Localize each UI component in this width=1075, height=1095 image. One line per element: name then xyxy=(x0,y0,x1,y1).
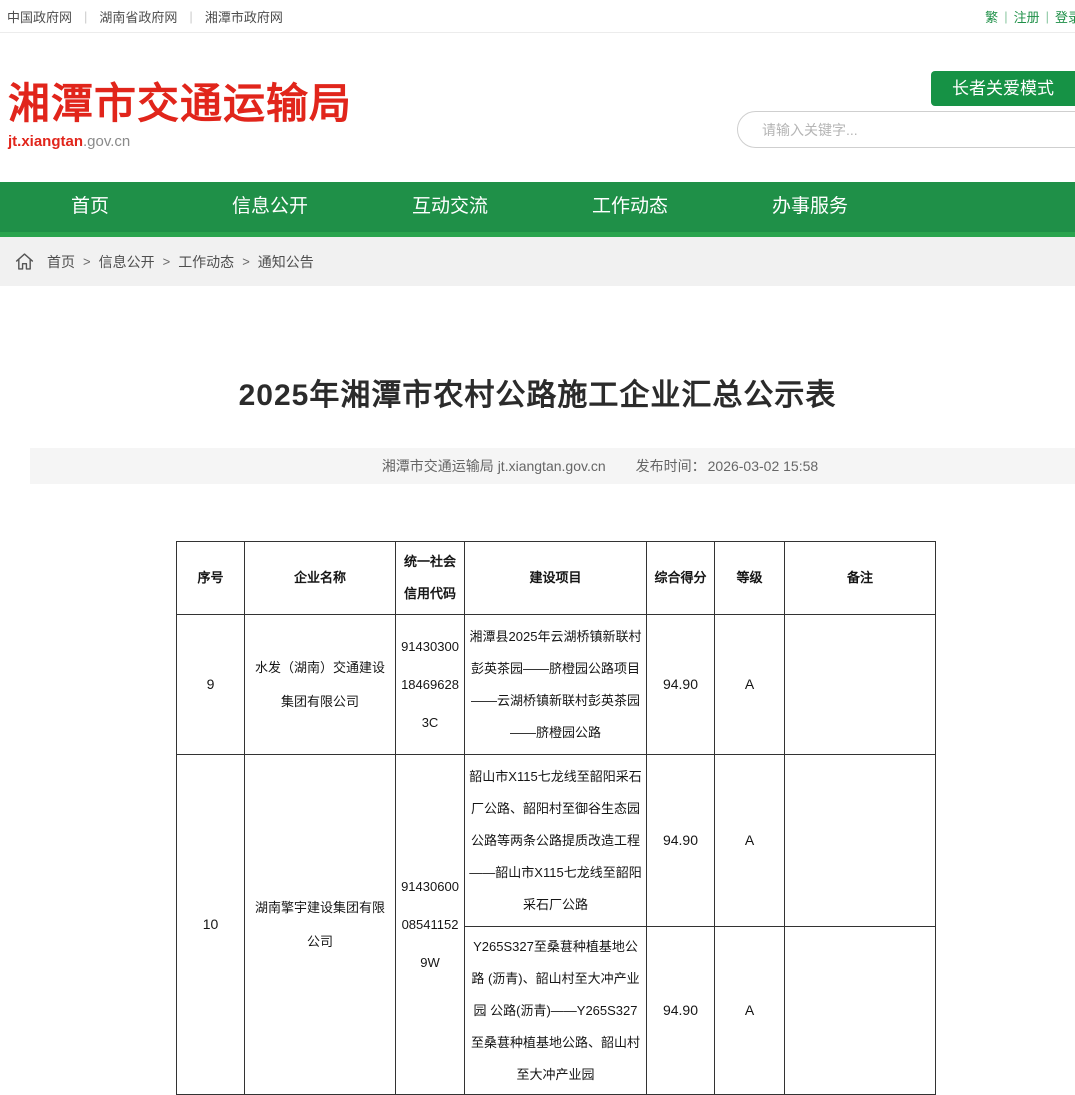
seq-cell: 10 xyxy=(177,755,245,1095)
table-wrapper: 序号企业名称统一社会信用代码建设项目综合得分等级备注 9水发（湖南）交通建设集团… xyxy=(176,541,1075,1095)
gov-site-links: 中国政府网 | 湖南省政府网 | 湘潭市政府网 xyxy=(7,7,283,26)
table-row: 9水发（湖南）交通建设集团有限公司91430300184696283C湘潭县20… xyxy=(177,615,936,755)
table-row: 10湖南擎宇建设集团有限公司91430600085411529W韶山市X115七… xyxy=(177,755,936,927)
nav-item-interaction[interactable]: 互动交流 xyxy=(360,182,540,232)
site-title: 湘潭市交通运输局 xyxy=(8,79,352,129)
publish-time-label: 发布时间： xyxy=(636,456,706,476)
breadcrumb-separator: > xyxy=(242,254,250,269)
col-credit-code: 统一社会信用代码 xyxy=(396,542,465,615)
nav-item-work-updates[interactable]: 工作动态 xyxy=(540,182,720,232)
separator: | xyxy=(1046,9,1049,24)
link-china-gov[interactable]: 中国政府网 xyxy=(7,7,72,26)
company-name-cell: 湖南擎宇建设集团有限公司 xyxy=(245,755,396,1095)
project-cell: 湘潭县2025年云湖桥镇新联村彭英茶园——脐橙园公路项目——云湖桥镇新联村彭英茶… xyxy=(465,615,647,755)
score-cell: 94.90 xyxy=(647,615,715,755)
breadcrumb-work-updates[interactable]: 工作动态 xyxy=(178,252,234,272)
remark-cell xyxy=(785,615,936,755)
breadcrumb-separator: > xyxy=(83,254,91,269)
main-nav: 首页 信息公开 互动交流 工作动态 办事服务 xyxy=(0,182,1075,232)
notice-table: 序号企业名称统一社会信用代码建设项目综合得分等级备注 9水发（湖南）交通建设集团… xyxy=(176,541,936,1095)
breadcrumb-separator: > xyxy=(163,254,171,269)
notice-table-body: 9水发（湖南）交通建设集团有限公司91430300184696283C湘潭县20… xyxy=(177,615,936,1095)
breadcrumb: 首页 > 信息公开 > 工作动态 > 通知公告 xyxy=(0,237,1075,286)
link-hunan-gov[interactable]: 湖南省政府网 xyxy=(99,7,177,26)
company-name-cell: 水发（湖南）交通建设集团有限公司 xyxy=(245,615,396,755)
nav-item-home[interactable]: 首页 xyxy=(0,182,180,232)
home-icon[interactable] xyxy=(14,251,35,272)
col-grade: 等级 xyxy=(715,542,785,615)
separator: | xyxy=(84,9,87,24)
site-domain: jt.xiangtan.gov.cn xyxy=(8,133,352,150)
article-source: 湘潭市交通运输局 jt.xiangtan.gov.cn xyxy=(382,456,606,476)
nav-item-services[interactable]: 办事服务 xyxy=(720,182,900,232)
site-logo[interactable]: 湘潭市交通运输局 jt.xiangtan.gov.cn xyxy=(8,79,352,150)
traditional-chinese-toggle[interactable]: 繁 xyxy=(985,7,998,26)
separator: | xyxy=(189,9,192,24)
separator: | xyxy=(1004,9,1007,24)
search-input[interactable] xyxy=(738,112,1075,147)
login-link[interactable]: 登录 xyxy=(1055,7,1075,26)
col-score: 综合得分 xyxy=(647,542,715,615)
remark-cell xyxy=(785,927,936,1095)
breadcrumb-home[interactable]: 首页 xyxy=(47,252,75,272)
credit-code-cell: 91430600085411529W xyxy=(396,755,465,1095)
article-meta-bar: 湘潭市交通运输局 jt.xiangtan.gov.cn 发布时间： 2026-0… xyxy=(30,448,1075,484)
publish-time-value: 2026-03-02 15:58 xyxy=(708,458,819,474)
col-remark: 备注 xyxy=(785,542,936,615)
notice-table-head: 序号企业名称统一社会信用代码建设项目综合得分等级备注 xyxy=(177,542,936,615)
nav-item-info-disclosure[interactable]: 信息公开 xyxy=(180,182,360,232)
account-links: 繁 | 注册 | 登录 xyxy=(985,7,1075,26)
remark-cell xyxy=(785,755,936,927)
link-xiangtan-gov[interactable]: 湘潭市政府网 xyxy=(205,7,283,26)
register-link[interactable]: 注册 xyxy=(1014,7,1040,26)
project-cell: 韶山市X115七龙线至韶阳采石厂公路、韶阳村至御谷生态园公路等两条公路提质改造工… xyxy=(465,755,647,927)
seq-cell: 9 xyxy=(177,615,245,755)
site-domain-bold: jt.xiangtan xyxy=(8,133,83,150)
col-project: 建设项目 xyxy=(465,542,647,615)
col-company: 企业名称 xyxy=(245,542,396,615)
search-box xyxy=(737,111,1075,148)
site-domain-rest: .gov.cn xyxy=(83,133,130,150)
grade-cell: A xyxy=(715,755,785,927)
site-header: 湘潭市交通运输局 jt.xiangtan.gov.cn 长者关爱模式 xyxy=(0,33,1075,182)
col-seq: 序号 xyxy=(177,542,245,615)
page-title: 2025年湘潭市农村公路施工企业汇总公示表 xyxy=(0,370,1075,414)
project-cell: Y265S327至桑葚种植基地公路 (沥青)、韶山村至大冲产业园 公路(沥青)—… xyxy=(465,927,647,1095)
top-bar: 中国政府网 | 湖南省政府网 | 湘潭市政府网 繁 | 注册 | 登录 xyxy=(0,0,1075,33)
grade-cell: A xyxy=(715,615,785,755)
score-cell: 94.90 xyxy=(647,755,715,927)
grade-cell: A xyxy=(715,927,785,1095)
elder-care-mode-button[interactable]: 长者关爱模式 xyxy=(931,71,1075,106)
score-cell: 94.90 xyxy=(647,927,715,1095)
breadcrumb-notices[interactable]: 通知公告 xyxy=(258,252,314,272)
credit-code-cell: 91430300184696283C xyxy=(396,615,465,755)
breadcrumb-info-disclosure[interactable]: 信息公开 xyxy=(99,252,155,272)
